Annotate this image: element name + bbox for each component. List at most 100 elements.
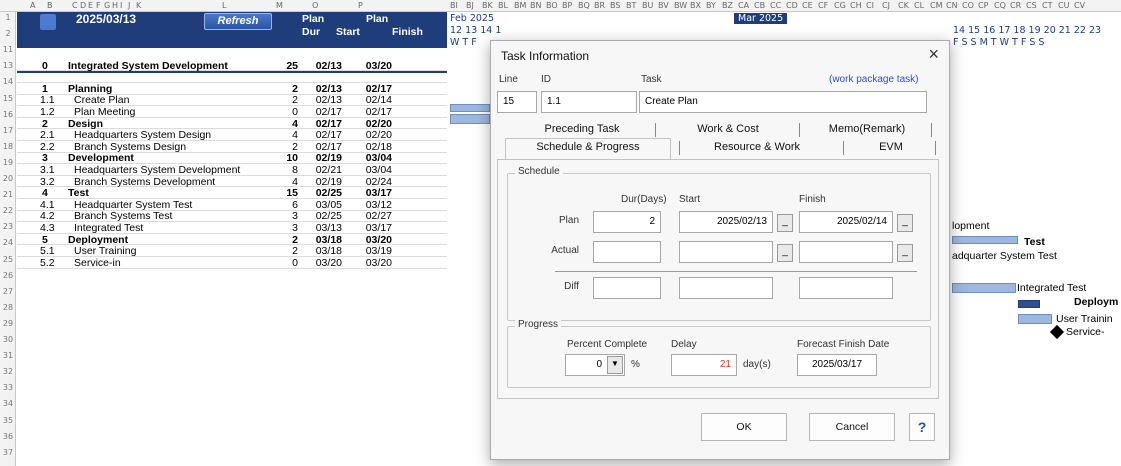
column-header[interactable]: CR bbox=[1010, 1, 1021, 10]
column-header[interactable]: BU bbox=[642, 1, 653, 10]
column-header[interactable]: CK bbox=[898, 1, 909, 10]
column-header[interactable]: BW bbox=[674, 1, 687, 10]
column-header[interactable]: CC bbox=[770, 1, 781, 10]
column-header[interactable]: J bbox=[128, 1, 130, 10]
tab-schedule-progress[interactable]: Schedule & Progress bbox=[505, 141, 671, 153]
cancel-button[interactable]: Cancel bbox=[809, 413, 895, 441]
column-header[interactable]: CN bbox=[946, 1, 958, 10]
gantt-bar-deployment[interactable] bbox=[1018, 300, 1040, 308]
column-header[interactable]: CE bbox=[802, 1, 813, 10]
forecast-finish-field[interactable]: 2025/03/17 bbox=[797, 354, 877, 376]
gantt-bar-create-plan[interactable] bbox=[450, 114, 490, 124]
tab-preceding-task[interactable]: Preceding Task bbox=[517, 123, 647, 135]
milestone-diamond-icon[interactable] bbox=[1049, 324, 1065, 340]
column-header[interactable]: CP bbox=[978, 1, 988, 10]
tab-resource-work[interactable]: Resource & Work bbox=[687, 141, 827, 153]
row-number[interactable]: 14 bbox=[0, 76, 16, 87]
refresh-button[interactable]: Refresh bbox=[204, 13, 272, 30]
plan-duration-field[interactable]: 2 bbox=[593, 211, 661, 233]
row-number[interactable]: 23 bbox=[0, 221, 16, 232]
column-header[interactable]: CT bbox=[1042, 1, 1052, 10]
column-header[interactable]: B bbox=[47, 1, 53, 10]
actual-duration-field[interactable] bbox=[593, 241, 661, 263]
column-header[interactable]: CU bbox=[1058, 1, 1069, 10]
row-number[interactable]: 31 bbox=[0, 350, 16, 361]
column-header[interactable]: BI bbox=[450, 1, 458, 10]
column-header[interactable]: CB bbox=[754, 1, 765, 10]
column-header[interactable]: O bbox=[312, 1, 318, 10]
task-name-field[interactable]: Create Plan bbox=[639, 91, 927, 113]
column-header[interactable]: BM bbox=[514, 1, 526, 10]
row-number[interactable]: 27 bbox=[0, 286, 16, 297]
tab-work-cost[interactable]: Work & Cost bbox=[663, 123, 793, 135]
row-number[interactable]: 26 bbox=[0, 270, 16, 281]
row-number[interactable]: 18 bbox=[0, 141, 16, 152]
column-header[interactable]: BJ bbox=[466, 1, 474, 10]
column-header[interactable]: CG bbox=[834, 1, 846, 10]
column-header[interactable]: L bbox=[222, 1, 226, 10]
column-header[interactable]: BV bbox=[658, 1, 669, 10]
row-number[interactable]: 24 bbox=[0, 237, 16, 248]
ok-button[interactable]: OK bbox=[701, 413, 787, 441]
column-header[interactable]: BL bbox=[498, 1, 508, 10]
column-header[interactable]: CD bbox=[786, 1, 798, 10]
close-icon[interactable]: × bbox=[928, 44, 939, 65]
tab-memo-remark[interactable]: Memo(Remark) bbox=[807, 123, 927, 135]
column-header[interactable]: H bbox=[112, 1, 118, 10]
column-header[interactable]: E bbox=[88, 1, 93, 10]
column-header[interactable]: G bbox=[104, 1, 110, 10]
row-number[interactable]: 15 bbox=[0, 93, 16, 104]
column-header[interactable]: I bbox=[120, 1, 122, 10]
plan-start-field[interactable]: 2025/02/13 bbox=[679, 211, 773, 233]
column-header[interactable]: CS bbox=[1026, 1, 1037, 10]
diff-finish-field[interactable] bbox=[799, 277, 893, 299]
column-header[interactable]: BO bbox=[546, 1, 558, 10]
column-header[interactable]: CI bbox=[866, 1, 874, 10]
delay-field[interactable]: 21 bbox=[671, 354, 737, 376]
row-number[interactable]: 1 bbox=[0, 12, 16, 23]
column-header[interactable]: CQ bbox=[994, 1, 1006, 10]
column-header[interactable]: CV bbox=[1074, 1, 1085, 10]
column-header[interactable]: BX bbox=[690, 1, 701, 10]
column-header[interactable]: CM bbox=[930, 1, 943, 10]
diff-duration-field[interactable] bbox=[593, 277, 661, 299]
column-header[interactable]: CJ bbox=[882, 1, 890, 10]
row-number[interactable]: 25 bbox=[0, 254, 16, 265]
column-header[interactable]: CO bbox=[962, 1, 974, 10]
row-number[interactable]: 35 bbox=[0, 415, 16, 426]
chevron-down-icon[interactable]: ▼ bbox=[607, 356, 623, 374]
column-header[interactable]: P bbox=[358, 1, 363, 10]
column-header[interactable]: A bbox=[30, 1, 35, 10]
actual-start-date-picker-icon[interactable]: _ bbox=[777, 244, 793, 262]
row-number[interactable]: 36 bbox=[0, 431, 16, 442]
column-header[interactable]: BR bbox=[594, 1, 605, 10]
line-field[interactable]: 15 bbox=[497, 91, 537, 113]
column-header[interactable]: C bbox=[72, 1, 78, 10]
column-header[interactable]: CF bbox=[818, 1, 828, 10]
column-header[interactable]: BY bbox=[706, 1, 716, 10]
actual-finish-field[interactable] bbox=[799, 241, 893, 263]
column-header[interactable]: BQ bbox=[578, 1, 590, 10]
column-header[interactable]: M bbox=[276, 1, 283, 10]
row-number[interactable]: 21 bbox=[0, 189, 16, 200]
column-header[interactable]: BK bbox=[482, 1, 493, 10]
row-number[interactable]: 37 bbox=[0, 447, 16, 458]
plan-finish-field[interactable]: 2025/02/14 bbox=[799, 211, 893, 233]
actual-finish-date-picker-icon[interactable]: _ bbox=[897, 244, 913, 262]
row-number[interactable]: 17 bbox=[0, 125, 16, 136]
row-number[interactable]: 19 bbox=[0, 157, 16, 168]
column-header[interactable]: K bbox=[136, 1, 141, 10]
row-number[interactable]: 16 bbox=[0, 109, 16, 120]
row-number[interactable]: 2 bbox=[0, 28, 16, 39]
gantt-bar-planning[interactable] bbox=[450, 104, 490, 112]
column-header[interactable]: BP bbox=[562, 1, 572, 10]
column-header[interactable]: CH bbox=[850, 1, 862, 10]
gantt-bar-integrated-test[interactable] bbox=[952, 283, 1016, 293]
row-number[interactable]: 28 bbox=[0, 302, 16, 313]
help-button[interactable]: ? bbox=[909, 413, 935, 441]
row-number[interactable]: 13 bbox=[0, 60, 16, 71]
column-header[interactable]: BZ bbox=[722, 1, 733, 10]
plan-start-date-picker-icon[interactable]: _ bbox=[777, 214, 793, 232]
gantt-bar-test[interactable] bbox=[952, 236, 1018, 244]
row-number[interactable]: 22 bbox=[0, 205, 16, 216]
